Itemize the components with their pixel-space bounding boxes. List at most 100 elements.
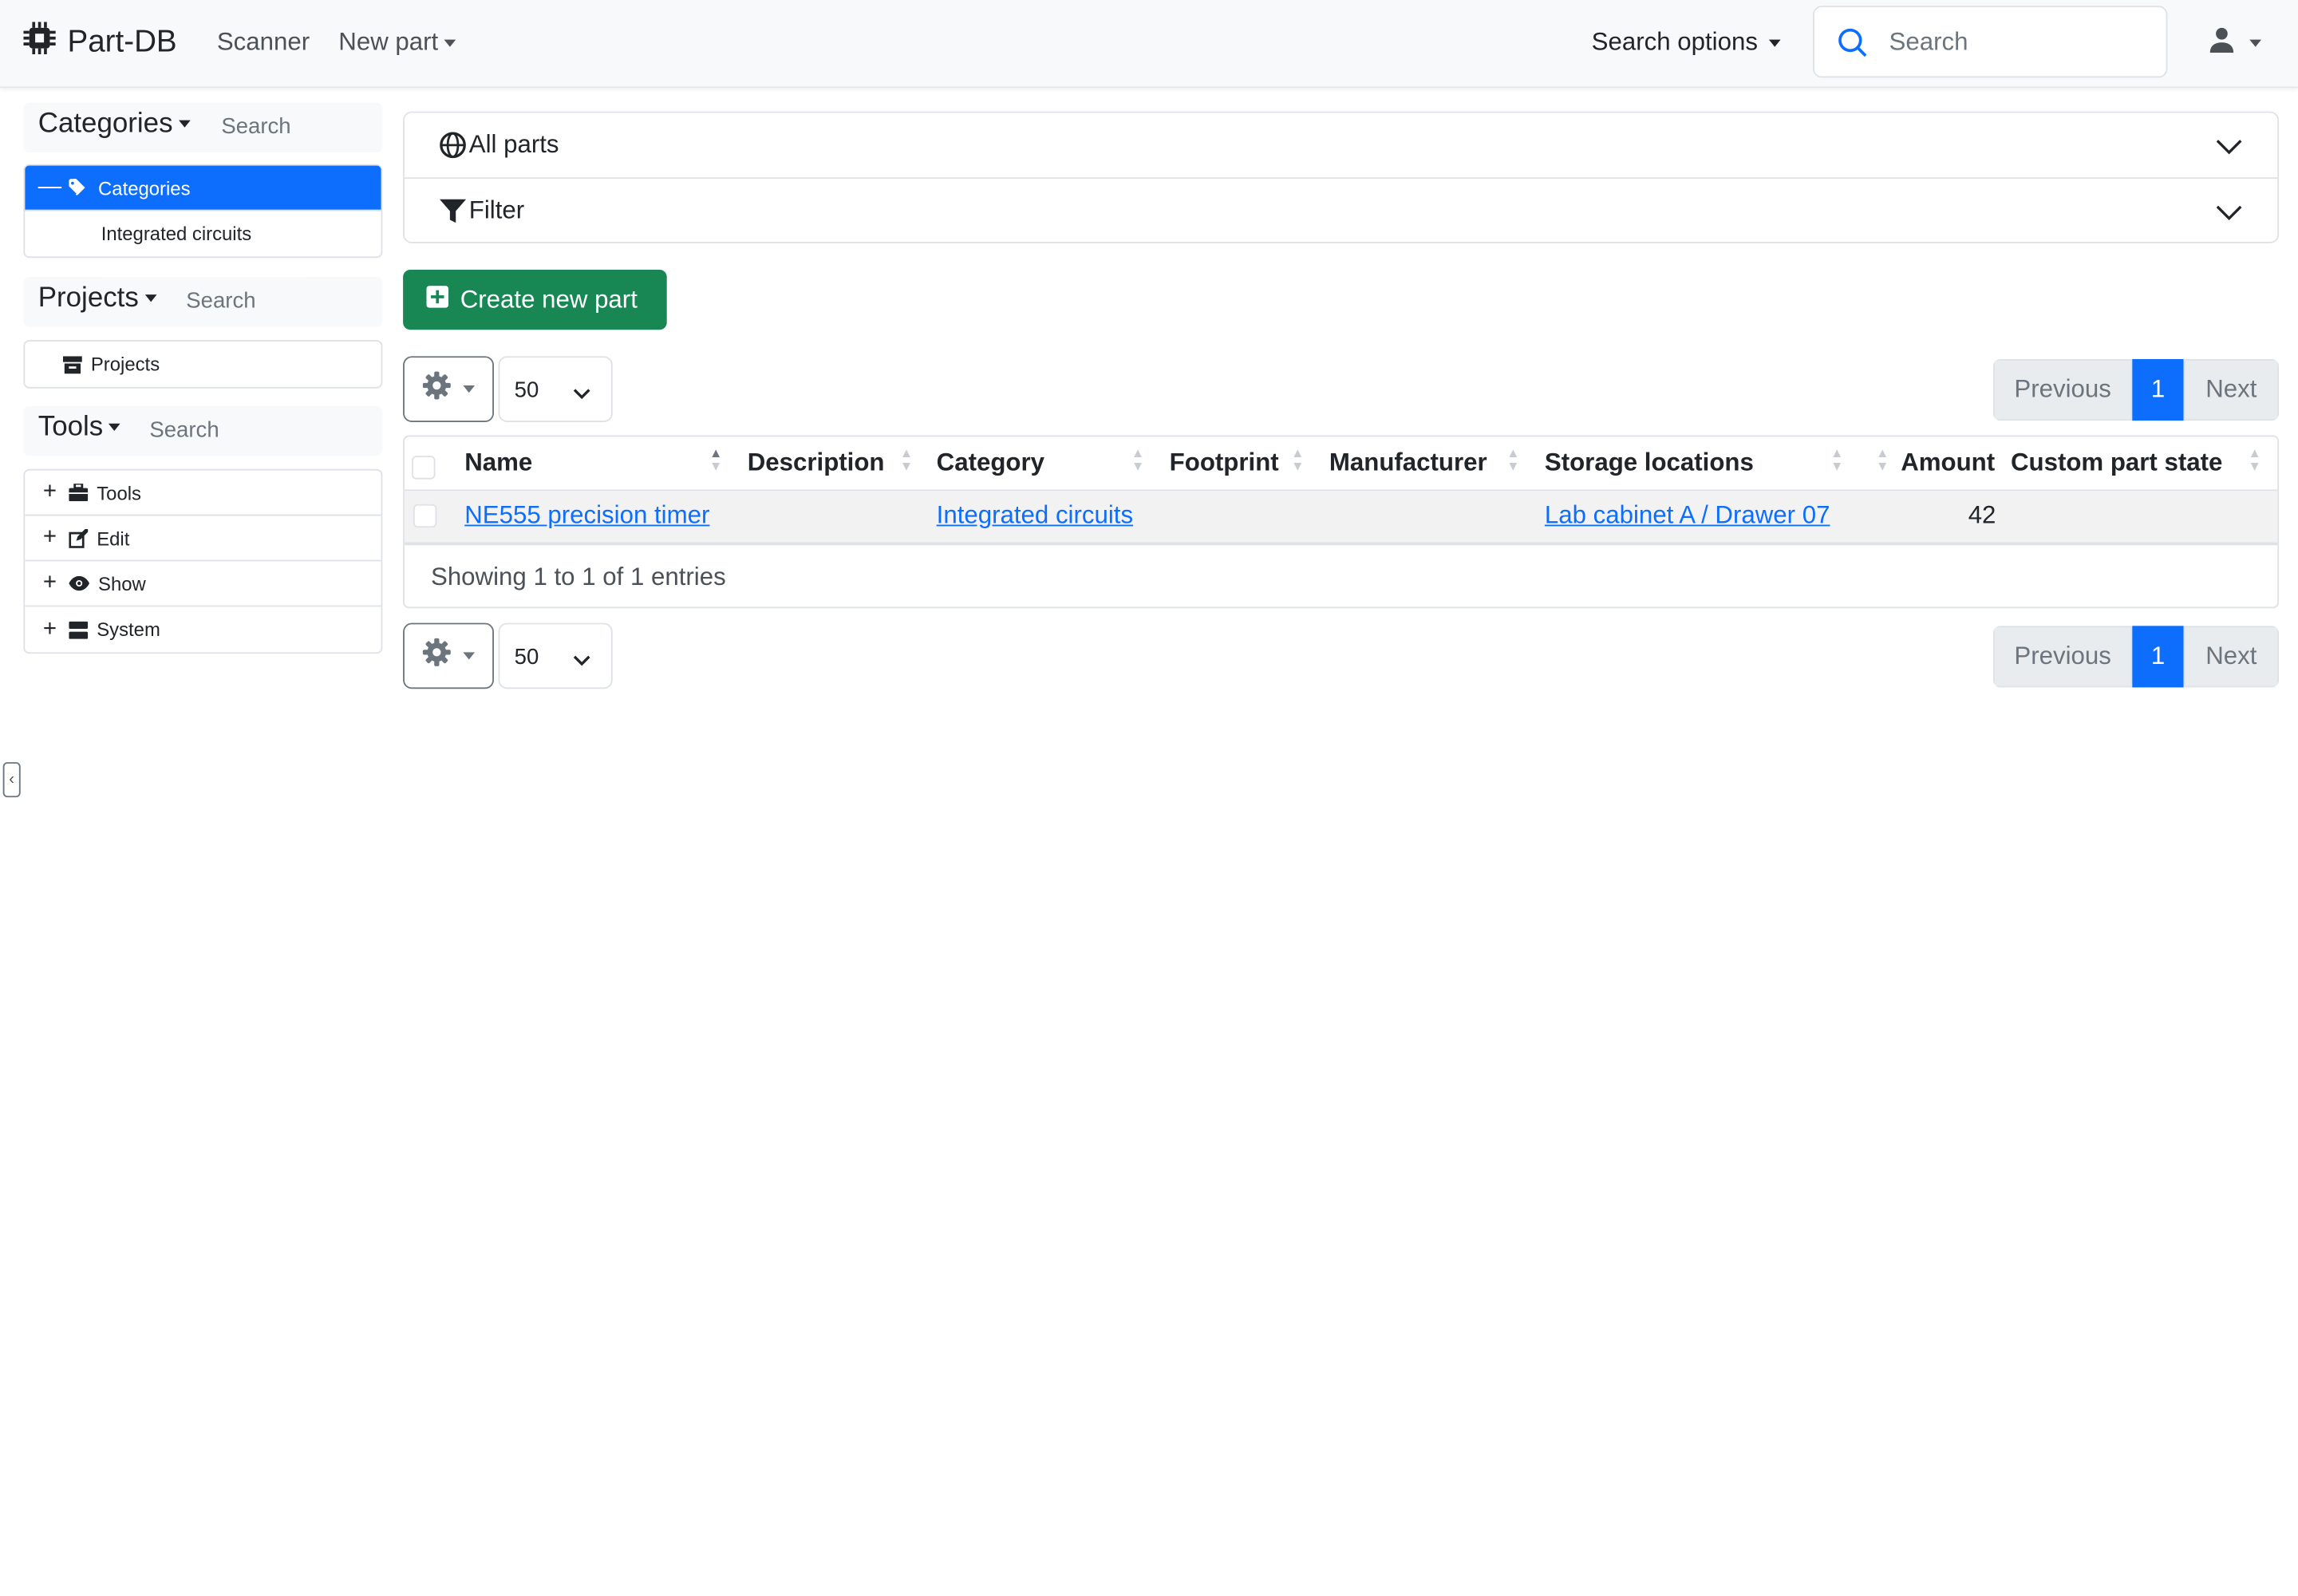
expand-icon[interactable]: + bbox=[37, 616, 63, 642]
tree-item-label: Projects bbox=[90, 353, 160, 376]
brand-name: Part-DB bbox=[67, 25, 177, 59]
expand-icon[interactable]: + bbox=[37, 480, 63, 506]
sidebar-collapse-button[interactable]: ‹ bbox=[2, 762, 21, 798]
categories-title: Categories bbox=[38, 108, 173, 140]
create-new-part-label: Create new part bbox=[460, 285, 638, 314]
all-parts-label: All parts bbox=[468, 130, 559, 159]
toolbox-icon bbox=[69, 484, 89, 502]
filter-icon bbox=[440, 198, 467, 224]
column-header-amount[interactable]: Amount bbox=[1901, 448, 1995, 478]
column-header-category[interactable]: Category bbox=[937, 448, 1044, 478]
chevron-down-icon bbox=[573, 648, 590, 673]
gear-icon bbox=[422, 371, 452, 408]
column-settings-button[interactable] bbox=[403, 356, 494, 422]
tree-item-show[interactable]: + Show bbox=[25, 561, 381, 607]
sort-icon: ▲ ▼ bbox=[1131, 445, 1145, 474]
tree-item-tools[interactable]: + Tools bbox=[25, 471, 381, 516]
tools-dropdown[interactable]: Tools bbox=[38, 412, 121, 444]
nav-scanner[interactable]: Scanner bbox=[217, 28, 310, 57]
tree-item-label: Categories bbox=[98, 176, 191, 199]
caret-down-icon bbox=[109, 424, 121, 432]
all-parts-accordion-header[interactable]: All parts bbox=[404, 113, 2278, 180]
parts-accordion: All parts Filter bbox=[403, 111, 2280, 243]
column-header-custom-part-state[interactable]: Custom part state bbox=[2011, 448, 2222, 478]
page-size-select[interactable]: 50 bbox=[498, 356, 613, 422]
archive-icon bbox=[62, 355, 82, 373]
server-icon bbox=[69, 620, 89, 638]
table-info: Showing 1 to 1 of 1 entries bbox=[430, 563, 726, 591]
chevron-down-icon bbox=[2216, 133, 2242, 163]
row-checkbox[interactable] bbox=[413, 504, 437, 528]
globe-icon bbox=[440, 132, 466, 159]
pagination-page-1[interactable]: 1 bbox=[2132, 626, 2184, 688]
tree-item-label: Edit bbox=[97, 527, 130, 549]
pagination-bottom: Previous 1 Next bbox=[1992, 626, 2280, 688]
parts-table: Name ▲ ▼ Description ▲ ▼ Category ▲ ▼ Footp… bbox=[403, 435, 2280, 609]
storage-location-link[interactable]: Lab cabinet A / Drawer 07 bbox=[1545, 501, 1830, 529]
chevron-left-icon: ‹ bbox=[9, 771, 15, 789]
create-new-part-button[interactable]: Create new part bbox=[403, 269, 667, 330]
part-name-link[interactable]: NE555 precision timer bbox=[464, 501, 709, 529]
user-menu[interactable] bbox=[2209, 26, 2262, 60]
search-input[interactable]: Search bbox=[1812, 6, 2168, 78]
pagination-previous[interactable]: Previous bbox=[1992, 358, 2133, 421]
user-icon bbox=[2209, 26, 2235, 60]
search-options-dropdown[interactable]: Search options bbox=[1592, 28, 1782, 57]
pagination-next[interactable]: Next bbox=[2183, 626, 2280, 688]
select-all-checkbox[interactable] bbox=[412, 456, 436, 480]
expand-icon[interactable]: + bbox=[37, 570, 63, 596]
column-header-footprint[interactable]: Footprint bbox=[1170, 448, 1279, 478]
table-row[interactable]: NE555 precision timer Integrated circuit… bbox=[404, 491, 2278, 546]
filter-accordion-header[interactable]: Filter bbox=[405, 179, 2277, 243]
tree-item-projects[interactable]: Projects bbox=[25, 342, 381, 387]
projects-tree: Projects bbox=[23, 340, 383, 389]
plus-square-icon bbox=[426, 285, 449, 314]
tree-item-edit[interactable]: + Edit bbox=[25, 516, 381, 562]
tree-item-system[interactable]: + System bbox=[25, 606, 381, 652]
page-size-value: 50 bbox=[514, 645, 539, 670]
top-navbar: Part-DB Scanner New part Search options … bbox=[0, 0, 2298, 89]
tree-item-integrated-circuits[interactable]: Integrated circuits bbox=[25, 211, 381, 256]
caret-down-icon bbox=[463, 652, 476, 660]
sort-icon: ▲ ▼ bbox=[1506, 445, 1520, 474]
brand-link[interactable]: Part-DB bbox=[23, 22, 177, 63]
column-settings-button-bottom[interactable] bbox=[403, 622, 494, 689]
tree-item-label: System bbox=[97, 618, 160, 641]
table-header: Name ▲ ▼ Description ▲ ▼ Category ▲ ▼ Footp… bbox=[404, 437, 2278, 492]
sort-icon: ▲ ▼ bbox=[709, 445, 723, 474]
caret-down-icon bbox=[463, 385, 476, 393]
collapse-icon[interactable]: — bbox=[37, 175, 63, 201]
nav-new-part[interactable]: New part bbox=[338, 28, 456, 57]
tree-item-categories[interactable]: — Categories bbox=[25, 165, 381, 211]
tree-item-label: Show bbox=[98, 572, 146, 595]
pagination-page-1[interactable]: 1 bbox=[2132, 358, 2184, 421]
projects-dropdown[interactable]: Projects bbox=[38, 282, 156, 314]
sort-icon: ▲ ▼ bbox=[1830, 445, 1844, 474]
category-link[interactable]: Integrated circuits bbox=[937, 501, 1133, 529]
sort-icon: ▲ ▼ bbox=[2248, 445, 2261, 474]
column-header-description[interactable]: Description bbox=[748, 448, 885, 478]
projects-panel-header: Projects Search bbox=[23, 277, 383, 327]
pagination-next[interactable]: Next bbox=[2183, 358, 2280, 421]
categories-dropdown[interactable]: Categories bbox=[38, 109, 191, 140]
tree-item-label: Integrated circuits bbox=[101, 223, 252, 245]
categories-panel-header: Categories Search bbox=[23, 102, 383, 153]
expand-icon[interactable]: + bbox=[37, 525, 63, 551]
page-size-select-bottom[interactable]: 50 bbox=[498, 622, 613, 689]
pagination-previous[interactable]: Previous bbox=[1992, 626, 2133, 688]
chevron-down-icon bbox=[573, 381, 590, 406]
projects-search-input[interactable]: Search bbox=[186, 289, 255, 314]
nav-new-part-label: New part bbox=[338, 27, 439, 56]
gear-icon bbox=[422, 638, 452, 674]
tools-title: Tools bbox=[38, 412, 104, 443]
categories-search-input[interactable]: Search bbox=[221, 114, 290, 139]
sort-icon: ▲ ▼ bbox=[1291, 445, 1305, 474]
column-header-name[interactable]: Name bbox=[464, 448, 532, 478]
pagination-top: Previous 1 Next bbox=[1992, 358, 2280, 421]
caret-down-icon bbox=[178, 120, 191, 128]
filter-label: Filter bbox=[468, 196, 525, 225]
chip-icon bbox=[23, 22, 56, 63]
column-header-storage-locations[interactable]: Storage locations bbox=[1545, 448, 1754, 478]
tools-search-input[interactable]: Search bbox=[149, 417, 219, 442]
column-header-manufacturer[interactable]: Manufacturer bbox=[1329, 448, 1487, 478]
